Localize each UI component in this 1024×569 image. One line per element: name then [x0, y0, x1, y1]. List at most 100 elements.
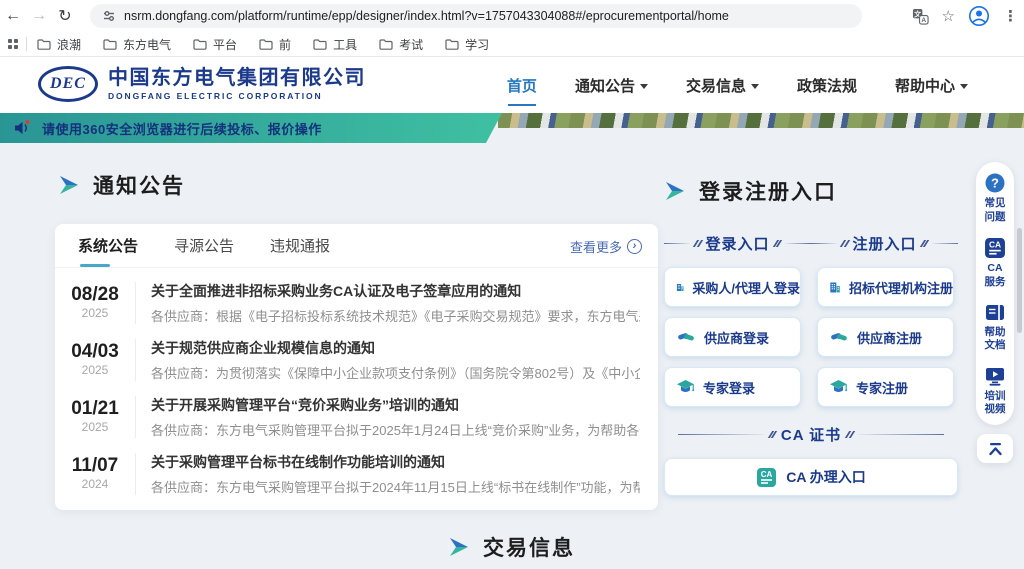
profile-icon[interactable]: [968, 5, 990, 27]
handshake-icon: [676, 330, 696, 345]
notice-date-year: 2024: [55, 477, 135, 493]
list-item[interactable]: 04/03 2025 关于规范供应商企业规模信息的通知 各供应商：为贯彻落实《保…: [55, 331, 658, 388]
decor-line: [811, 243, 837, 245]
bookmark-folder[interactable]: 浪潮: [37, 36, 81, 53]
decor-line: [932, 243, 958, 245]
bookmark-label: 东方电气: [123, 36, 171, 53]
ca-header-label: CA 证书: [781, 424, 841, 445]
bid-agency-register-button[interactable]: 招标代理机构注册: [817, 267, 954, 307]
nav-label: 交易信息: [686, 75, 746, 96]
nav-item-notices[interactable]: 通知公告: [575, 69, 648, 102]
url-text: nsrm.dongfang.com/platform/runtime/epp/d…: [124, 9, 729, 23]
apps-grid-icon[interactable]: [8, 39, 18, 49]
nav-item-policies[interactable]: 政策法规: [797, 69, 857, 102]
ca-service-shortcut[interactable]: CA CA服务: [983, 237, 1007, 289]
company-logo[interactable]: DEC 中国东方电气集团有限公司 DONGFANG ELECTRIC CORPO…: [38, 66, 366, 102]
bookmark-star-icon[interactable]: ☆: [942, 7, 955, 25]
chevron-right-circle-icon: ›: [627, 239, 642, 254]
login-header-label: 登录入口: [705, 233, 769, 254]
view-more-link[interactable]: 查看更多 ›: [570, 224, 642, 268]
translate-icon[interactable]: 文 A: [912, 8, 929, 25]
entry-buttons: 采购人/代理人登录 招标代理机构注册 供应: [664, 267, 958, 407]
nav-item-trade-info[interactable]: 交易信息: [686, 69, 759, 102]
notices-card: 系统公告 寻源公告 违规通报 查看更多 › 08/28 2025 关于全面推进非…: [55, 224, 658, 510]
bookmark-folder[interactable]: 平台: [193, 36, 237, 53]
bookmark-folder[interactable]: 东方电气: [103, 36, 171, 53]
bookmark-folder[interactable]: 学习: [445, 36, 489, 53]
site-settings-icon[interactable]: [102, 9, 116, 23]
list-item[interactable]: 01/21 2025 关于开展采购管理平台“竞价采购业务”培训的通知 各供应商：…: [55, 388, 658, 445]
notices-section-title: 通知公告: [58, 170, 185, 200]
bookmarks-bar: 浪潮 东方电气 平台 前 工具 考试 学习: [0, 32, 1024, 57]
folder-icon: [193, 39, 207, 50]
toolbar-actions: 文 A ☆ ⋮: [912, 0, 1018, 32]
browser-toolbar: ← → ↻ nsrm.dongfang.com/platform/runtime…: [0, 0, 1024, 32]
notices-tabs: 系统公告 寻源公告 违规通报 查看更多 ›: [55, 224, 658, 268]
trade-section-title: 交易信息: [448, 532, 575, 562]
nav-item-home[interactable]: 首页: [507, 69, 537, 102]
quickbar-label: CA服务: [983, 262, 1007, 289]
quick-access-bar: ? 常见问题 CA CA服务 帮助文档: [976, 162, 1014, 425]
ca-cert-header: CA 证书: [664, 424, 958, 445]
quickbar-label: 帮助文档: [983, 326, 1007, 353]
svg-text:CA: CA: [761, 470, 773, 479]
expert-register-button[interactable]: 专家注册: [817, 367, 954, 407]
notice-date-year: 2025: [55, 306, 135, 322]
ca-entry-button[interactable]: CA CA 办理入口: [664, 458, 958, 496]
notice-title: 关于采购管理平台标书在线制作功能培训的通知: [151, 452, 640, 472]
supplier-register-button[interactable]: 供应商注册: [817, 317, 954, 357]
supplier-login-button[interactable]: 供应商登录: [664, 317, 801, 357]
list-item[interactable]: 08/28 2025 关于全面推进非招标采购业务CA认证及电子签章应用的通知 各…: [55, 274, 658, 331]
decor-line: [785, 243, 811, 245]
notice-summary: 各供应商：根据《电子招标投标系统技术规范》《电子采购交易规范》要求，东方电气采购…: [151, 306, 640, 325]
svg-text:CA: CA: [989, 240, 1001, 250]
faq-shortcut[interactable]: ? 常见问题: [983, 172, 1007, 224]
decor-line: [678, 434, 764, 436]
tab-sourcing-notices[interactable]: 寻源公告: [174, 224, 234, 267]
list-item[interactable]: 11/07 2024 关于采购管理平台标书在线制作功能培训的通知 各供应商：东方…: [55, 445, 658, 502]
button-label: 专家登录: [703, 378, 755, 397]
url-bar[interactable]: nsrm.dongfang.com/platform/runtime/epp/d…: [90, 4, 862, 28]
login-register-panel: 登录注册入口 登录入口 注册入口: [664, 176, 958, 496]
dec-logo-badge: DEC: [38, 66, 98, 102]
bookmark-label: 前: [279, 36, 291, 53]
view-more-label: 查看更多: [570, 237, 622, 256]
forward-icon[interactable]: →: [26, 7, 52, 25]
section-heading: 通知公告: [93, 170, 185, 200]
tab-system-notices[interactable]: 系统公告: [78, 224, 138, 267]
section-heading: 登录注册入口: [699, 176, 837, 206]
tab-violation-reports[interactable]: 违规通报: [270, 224, 330, 267]
nav-item-help-center[interactable]: 帮助中心: [895, 69, 968, 102]
notice-summary: 各供应商：东方电气采购管理平台拟于2024年11月15日上线“标书在线制作”功能…: [151, 477, 640, 496]
bookmark-folder[interactable]: 前: [259, 36, 291, 53]
entry-headers: 登录入口 注册入口: [664, 233, 958, 254]
nav-label: 政策法规: [797, 75, 857, 96]
scrollbar-thumb[interactable]: [1017, 228, 1022, 333]
collapse-quickbar-button[interactable]: [977, 434, 1013, 463]
back-icon[interactable]: ←: [0, 7, 26, 25]
reload-icon[interactable]: ↻: [52, 6, 78, 26]
graduation-cap-icon: [676, 379, 695, 395]
bookmark-folder[interactable]: 工具: [313, 36, 357, 53]
training-videos-shortcut[interactable]: 培训视频: [983, 366, 1007, 417]
expert-login-button[interactable]: 专家登录: [664, 367, 801, 407]
notice-date-md: 04/03: [55, 341, 135, 363]
quickbar-label: 培训视频: [983, 390, 1007, 417]
main-nav: 首页 通知公告 交易信息 政策法规 帮助中心: [507, 57, 968, 113]
bookmark-label: 浪潮: [57, 36, 81, 53]
folder-icon: [379, 39, 393, 50]
screen: ← → ↻ nsrm.dongfang.com/platform/runtime…: [0, 0, 1024, 569]
register-entry-header: 注册入口: [811, 233, 958, 254]
notice-date: 01/21 2025: [55, 396, 136, 438]
decor-ticks: [847, 431, 852, 438]
ca-badge-icon: CA: [984, 237, 1006, 259]
browser-menu-icon[interactable]: ⋮: [1003, 7, 1018, 25]
bookmark-label: 平台: [213, 36, 237, 53]
folder-icon: [37, 39, 51, 50]
question-icon: ?: [984, 172, 1006, 194]
bookmark-label: 学习: [465, 36, 489, 53]
bookmark-folder[interactable]: 考试: [379, 36, 423, 53]
help-docs-shortcut[interactable]: 帮助文档: [983, 303, 1007, 353]
login-entry-header: 登录入口: [664, 233, 811, 254]
purchaser-agent-login-button[interactable]: 采购人/代理人登录: [664, 267, 801, 307]
